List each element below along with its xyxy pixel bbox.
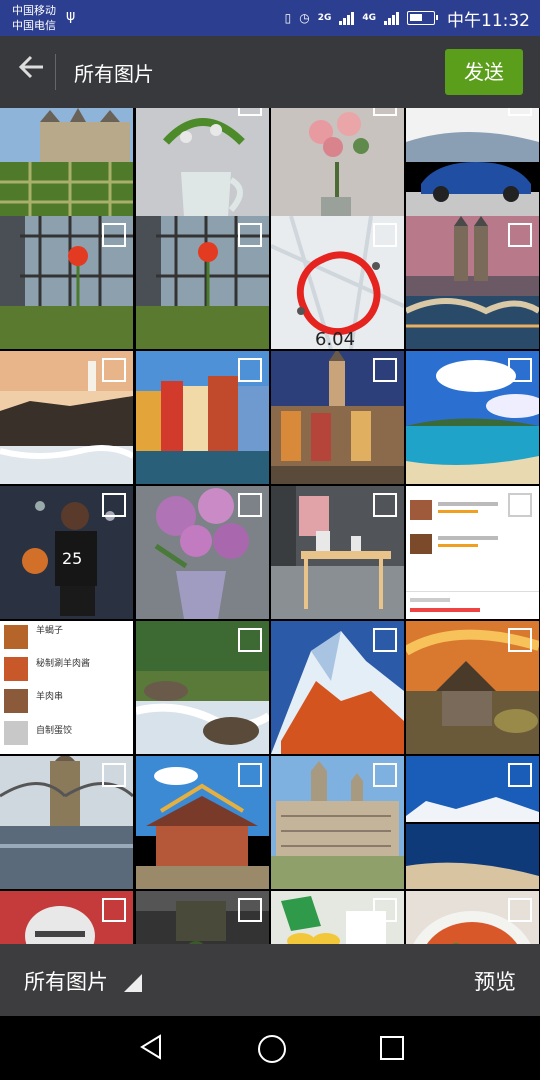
send-button[interactable]: 发送 — [445, 49, 523, 95]
menu-item-1: 羊蝎子 — [36, 626, 64, 636]
select-checkbox[interactable] — [508, 223, 532, 247]
photo-tile[interactable] — [136, 486, 269, 619]
photo-tile[interactable] — [271, 351, 404, 484]
svg-text:25: 25 — [62, 549, 82, 568]
select-checkbox[interactable] — [102, 358, 126, 382]
photo-tile[interactable] — [0, 756, 133, 889]
select-checkbox[interactable] — [508, 358, 532, 382]
select-checkbox[interactable] — [102, 763, 126, 787]
photo-tile[interactable] — [271, 621, 404, 754]
photo-tile[interactable] — [136, 621, 269, 754]
album-selector[interactable]: 所有图片 — [24, 966, 108, 996]
select-checkbox[interactable] — [102, 223, 126, 247]
bottom-bar: 所有图片 预览 — [0, 944, 540, 1016]
photo-tile[interactable] — [271, 756, 404, 889]
select-checkbox[interactable] — [508, 898, 532, 922]
app-bar: 所有图片 发送 — [0, 36, 540, 108]
photo-tile[interactable] — [406, 756, 539, 889]
select-checkbox[interactable] — [508, 108, 532, 116]
signal-4g-icon — [384, 11, 399, 25]
clock: 中午11:32 — [447, 10, 530, 31]
select-checkbox[interactable] — [373, 628, 397, 652]
menu-item-3: 羊肉串 — [36, 692, 64, 702]
select-checkbox[interactable] — [102, 493, 126, 517]
select-checkbox[interactable] — [238, 358, 262, 382]
signal-2g-icon — [339, 11, 355, 25]
photo-tile[interactable] — [0, 351, 133, 484]
photo-tile[interactable] — [136, 756, 269, 889]
menu-item-2: 秘制涮羊肉酱 — [36, 659, 91, 669]
photo-tile[interactable] — [406, 216, 539, 349]
photo-tile[interactable] — [136, 216, 269, 349]
photo-tile[interactable] — [136, 351, 269, 484]
photo-tile[interactable] — [406, 351, 539, 484]
select-checkbox[interactable] — [238, 108, 262, 116]
photo-tile[interactable] — [271, 486, 404, 619]
triangle-back-icon[interactable] — [140, 1034, 162, 1064]
dropdown-triangle-icon[interactable] — [124, 974, 142, 992]
photo-tile[interactable]: 羊蝎子 秘制涮羊肉酱 羊肉串 自制蛋饺 — [0, 621, 133, 754]
select-checkbox[interactable] — [238, 628, 262, 652]
select-checkbox[interactable] — [238, 223, 262, 247]
photo-tile[interactable] — [0, 891, 133, 944]
status-icons: ▯ ◷ 2G 4G 中午11:32 — [285, 0, 530, 36]
vibrate-icon: ▯ — [284, 11, 292, 25]
menu-item-4: 自制蛋饺 — [36, 726, 73, 736]
select-checkbox[interactable] — [373, 358, 397, 382]
select-checkbox[interactable] — [508, 493, 532, 517]
network-2g-label: 2G — [317, 13, 332, 23]
track-distance-label: 6.04 — [315, 329, 356, 349]
photo-tile[interactable]: 25 — [0, 486, 133, 619]
select-checkbox[interactable] — [238, 763, 262, 787]
photo-tile[interactable] — [136, 891, 269, 944]
photo-tile[interactable] — [406, 486, 539, 619]
carrier-1: 中国移动 — [12, 4, 56, 17]
select-checkbox[interactable] — [373, 898, 397, 922]
photo-tile[interactable] — [406, 621, 539, 754]
alarm-icon: ◷ — [299, 11, 310, 25]
photo-grid: 6.04 25 羊蝎子 秘制涮羊肉酱 羊肉串 自制蛋饺 — [0, 108, 540, 944]
title-divider — [55, 54, 56, 90]
carrier-labels: 中国移动 中国电信 — [12, 3, 56, 33]
select-checkbox[interactable] — [373, 108, 397, 116]
select-checkbox[interactable] — [373, 223, 397, 247]
select-checkbox[interactable] — [102, 898, 126, 922]
page-title: 所有图片 — [74, 62, 154, 86]
photo-tile[interactable] — [406, 891, 539, 944]
preview-button[interactable]: 预览 — [474, 966, 516, 996]
photo-tile[interactable] — [0, 216, 133, 349]
usb-icon: ψ — [66, 8, 76, 24]
network-4g-label: 4G — [362, 13, 376, 23]
select-checkbox[interactable] — [508, 763, 532, 787]
carrier-2: 中国电信 — [12, 19, 56, 32]
circle-home-icon[interactable] — [258, 1035, 286, 1063]
battery-icon — [407, 11, 438, 25]
arrow-left-icon[interactable] — [14, 52, 50, 92]
select-checkbox[interactable] — [238, 493, 262, 517]
photo-tile[interactable] — [271, 891, 404, 944]
photo-tile[interactable]: 6.04 — [271, 216, 404, 349]
select-checkbox[interactable] — [508, 628, 532, 652]
square-recents-icon[interactable] — [380, 1036, 404, 1060]
select-checkbox[interactable] — [373, 493, 397, 517]
select-checkbox[interactable] — [238, 898, 262, 922]
system-nav-bar — [0, 1016, 540, 1080]
select-checkbox[interactable] — [373, 763, 397, 787]
status-bar: 中国移动 中国电信 ψ ▯ ◷ 2G 4G 中午11:32 — [0, 0, 540, 36]
